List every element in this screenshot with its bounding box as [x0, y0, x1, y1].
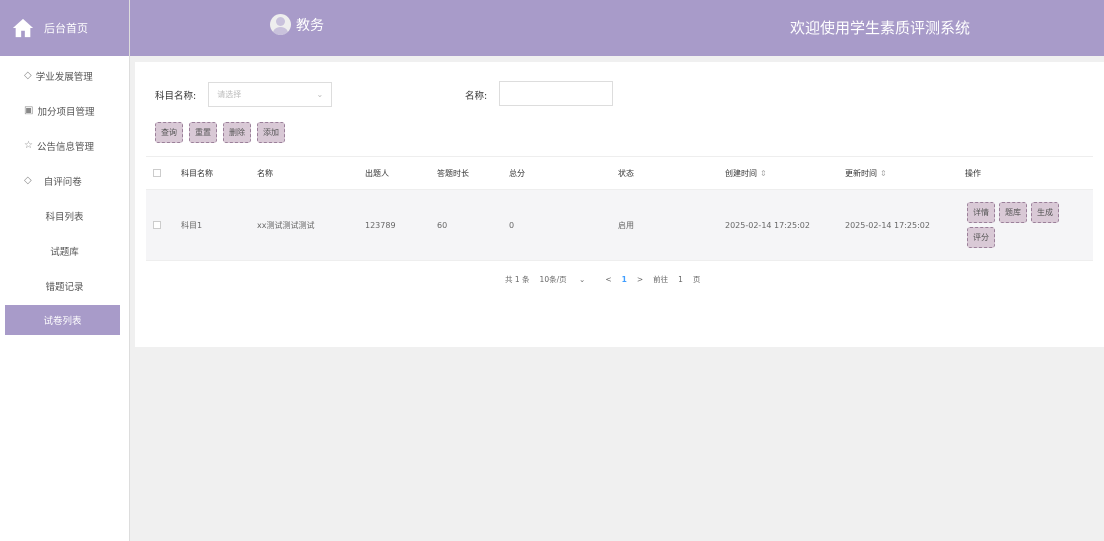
next-page-button[interactable]: >	[637, 275, 643, 284]
header-total: 总分	[509, 168, 525, 178]
sidebar-item-label: 试题库	[50, 246, 79, 258]
sidebar-item-label: 试卷列表	[43, 316, 82, 327]
sidebar-item-label: 自评问卷	[43, 176, 82, 188]
query-button[interactable]: 查询	[155, 122, 183, 143]
delete-button[interactable]: 删除	[223, 122, 251, 143]
toolbar: 查询 重置 删除 添加	[155, 122, 291, 143]
name-label: 名称:	[465, 91, 488, 102]
generate-button[interactable]: 生成	[1031, 202, 1059, 223]
gift-icon: ▣	[24, 105, 34, 116]
grade-button[interactable]: 评分	[967, 227, 995, 248]
cell-total: 0	[509, 220, 515, 230]
shield-icon: ◇	[24, 175, 32, 186]
chevron-down-icon: ⌄	[579, 275, 586, 284]
cell-created: 2025-02-14 17:25:02	[725, 220, 810, 230]
sidebar-item-academic[interactable]: ◇ 学业发展管理	[0, 58, 129, 93]
system-title: 欢迎使用学生素质评测系统	[789, 19, 970, 37]
cell-status: 启用	[618, 220, 634, 230]
sidebar-item-label: 公告信息管理	[36, 141, 94, 153]
table-row: 科目1 xx测试测试测试 123789 60 0 启用 2025-02-14 1…	[146, 190, 1093, 261]
top-header: 教务 欢迎使用学生素质评测系统	[130, 0, 1104, 56]
sidebar: 后台首页 ◇ 学业发展管理 ▣ 加分项目管理 ☆ 公告信息管理 ◇ 自评问卷 科…	[0, 0, 130, 541]
header-updated-label: 更新时间	[845, 168, 877, 178]
shield-icon: ◇	[24, 70, 32, 81]
sidebar-item-bonus[interactable]: ▣ 加分项目管理	[0, 93, 129, 128]
header-name: 名称	[257, 168, 273, 178]
header-created[interactable]: 创建时间 ⇕	[725, 168, 767, 179]
sidebar-sub-item-exam-papers[interactable]: 试卷列表	[5, 305, 120, 335]
cell-author: 123789	[365, 220, 396, 230]
reset-button[interactable]: 重置	[189, 122, 217, 143]
header-author: 出题人	[365, 168, 389, 178]
main-content: 科目名称: 请选择 ⌄ 名称: 查询 重置 删除 添加 科目名称 名称 出题人 …	[135, 62, 1104, 347]
avatar	[270, 14, 291, 35]
subject-label: 科目名称:	[155, 90, 197, 102]
sidebar-sub-item-question-bank[interactable]: 试题库	[0, 233, 129, 268]
star-icon: ☆	[24, 140, 33, 151]
sidebar-item-label: 学业发展管理	[35, 71, 93, 83]
row-actions: 详情 题库 生成 评分	[967, 200, 1077, 250]
current-page[interactable]: 1	[622, 275, 627, 284]
name-input[interactable]	[499, 81, 613, 106]
sidebar-item-label: 加分项目管理	[37, 106, 95, 118]
header-duration: 答题时长	[437, 168, 469, 178]
home-icon	[12, 18, 34, 38]
header-created-label: 创建时间	[725, 168, 757, 178]
cell-subject: 科目1	[181, 220, 203, 230]
prev-page-button[interactable]: <	[605, 275, 611, 284]
cell-updated: 2025-02-14 17:25:02	[845, 220, 930, 230]
table-header: 科目名称 名称 出题人 答题时长 总分 状态 创建时间 ⇕ 更新时间 ⇕ 操作	[146, 156, 1093, 190]
header-subject: 科目名称	[181, 168, 213, 178]
chevron-down-icon: ⌄	[316, 90, 324, 99]
header-updated[interactable]: 更新时间 ⇕	[845, 168, 887, 179]
role-label: 教务	[296, 17, 324, 34]
home-link[interactable]: 后台首页	[0, 0, 129, 56]
cell-name: xx测试测试测试	[257, 220, 315, 230]
add-button[interactable]: 添加	[257, 122, 285, 143]
question-bank-button[interactable]: 题库	[999, 202, 1027, 223]
sidebar-item-label: 科目列表	[45, 211, 84, 223]
header-status: 状态	[618, 168, 634, 178]
sidebar-item-label: 错题记录	[45, 281, 84, 293]
row-checkbox[interactable]	[153, 221, 161, 229]
sort-icon[interactable]: ⇕	[880, 169, 887, 178]
sidebar-item-notice[interactable]: ☆ 公告信息管理	[0, 128, 129, 163]
detail-button[interactable]: 详情	[967, 202, 995, 223]
subject-filter: 科目名称: 请选择 ⌄	[155, 82, 333, 107]
sidebar-item-survey[interactable]: ◇ 自评问卷	[0, 163, 129, 198]
exam-table: 科目名称 名称 出题人 答题时长 总分 状态 创建时间 ⇕ 更新时间 ⇕ 操作 科目…	[146, 156, 1093, 261]
page-suffix: 页	[692, 275, 701, 284]
pagination-total: 共 1 条	[505, 275, 530, 284]
header-actions: 操作	[965, 168, 981, 178]
goto-input[interactable]: 1	[678, 275, 683, 284]
user-role[interactable]: 教务	[270, 14, 324, 35]
subject-select[interactable]: 请选择 ⌄	[208, 82, 333, 107]
sidebar-sub-item-wrong-answers[interactable]: 错题记录	[0, 268, 129, 303]
sidebar-sub-item-subjects[interactable]: 科目列表	[0, 198, 129, 233]
page-size-select[interactable]: 10条/页 ⌄	[540, 274, 596, 285]
select-all-checkbox[interactable]	[153, 169, 161, 177]
goto-label: 前往	[653, 275, 669, 284]
home-label: 后台首页	[44, 22, 88, 35]
subject-placeholder: 请选择	[217, 90, 242, 99]
pagination: 共 1 条 10条/页 ⌄ < 1 > 前往 1 页	[505, 274, 710, 285]
cell-duration: 60	[437, 220, 448, 230]
sort-icon[interactable]: ⇕	[760, 169, 767, 178]
page-size-label: 10条/页	[539, 275, 567, 284]
